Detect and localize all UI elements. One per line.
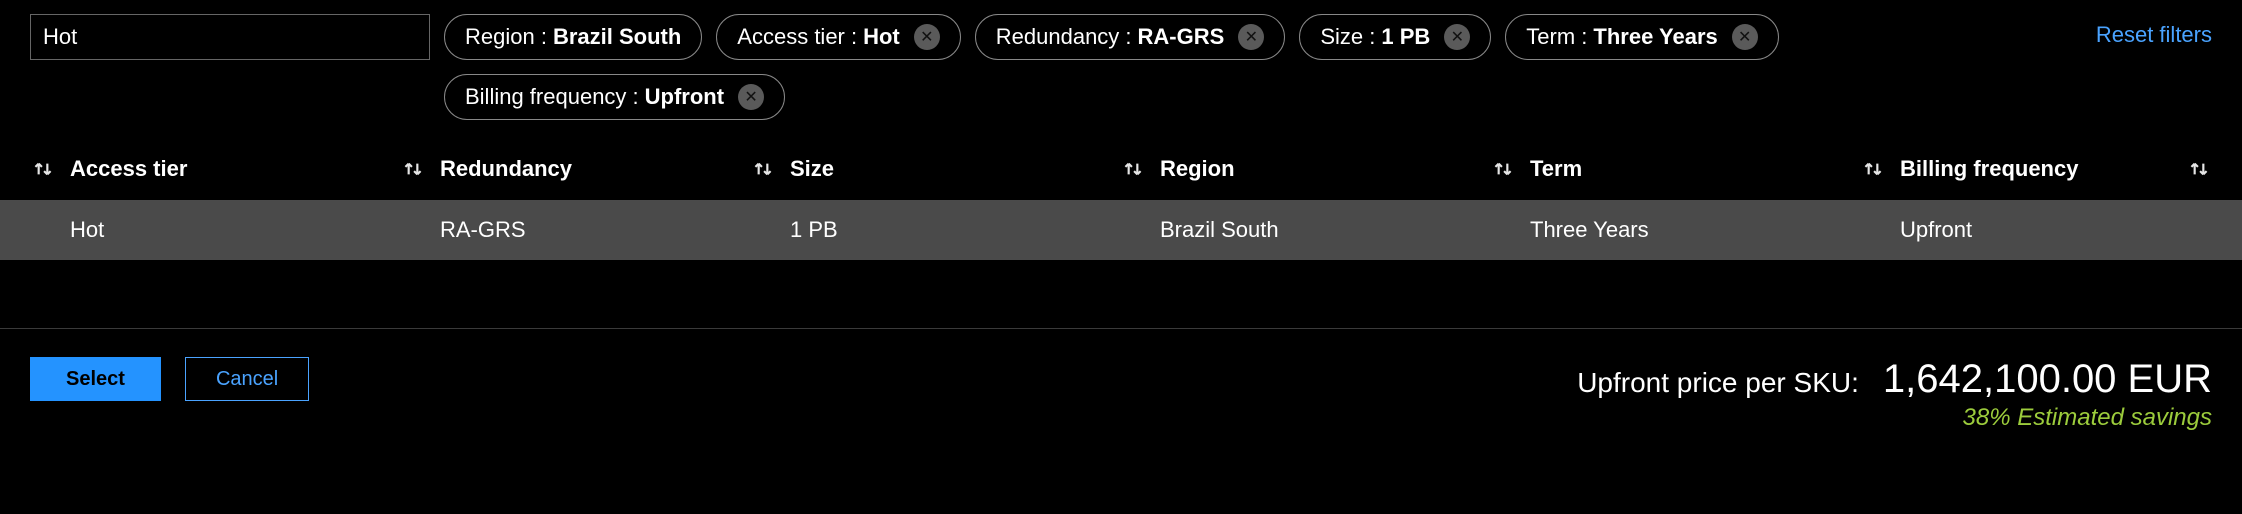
search-input[interactable] [30,14,430,60]
chip-label: Region : [465,24,547,50]
estimated-savings: 38% Estimated savings [1577,404,2212,432]
table-header-row: Access tier Redundancy Size Region Term [0,138,2242,200]
cell-redundancy: RA-GRS [400,217,750,243]
close-icon[interactable]: ✕ [914,24,940,50]
chip-label: Billing frequency : [465,84,639,110]
cell-size: 1 PB [750,217,1120,243]
cancel-button[interactable]: Cancel [185,357,309,401]
filter-chip-redundancy[interactable]: Redundancy : RA-GRS ✕ [975,14,1286,60]
column-header-size[interactable]: Size [790,156,834,182]
sort-icon[interactable] [400,156,426,182]
filter-chip-billing-frequency[interactable]: Billing frequency : Upfront ✕ [444,74,785,120]
column-header-access-tier[interactable]: Access tier [70,156,187,182]
close-icon[interactable]: ✕ [1732,24,1758,50]
filter-chip-size[interactable]: Size : 1 PB ✕ [1299,14,1491,60]
chip-value: RA-GRS [1138,24,1225,50]
close-icon[interactable]: ✕ [1444,24,1470,50]
chip-label: Term : [1526,24,1587,50]
filter-chips: Region : Brazil South Access tier : Hot … [444,14,2082,120]
cell-access-tier: Hot [30,217,400,243]
reset-filters-link[interactable]: Reset filters [2096,14,2212,48]
sort-icon[interactable] [30,156,56,182]
price-label: Upfront price per SKU: [1577,367,1859,399]
chip-value: Upfront [645,84,724,110]
chip-label: Redundancy : [996,24,1132,50]
sort-icon[interactable] [750,156,776,182]
chip-label: Access tier : [737,24,857,50]
table-row[interactable]: Hot RA-GRS 1 PB Brazil South Three Years… [0,200,2242,260]
close-icon[interactable]: ✕ [738,84,764,110]
filter-chip-term[interactable]: Term : Three Years ✕ [1505,14,1778,60]
filter-chip-region[interactable]: Region : Brazil South [444,14,702,60]
sort-icon[interactable] [1490,156,1516,182]
chip-value: Three Years [1593,24,1717,50]
cell-billing-frequency: Upfront [1860,217,2212,243]
cell-region: Brazil South [1120,217,1490,243]
chip-label: Size : [1320,24,1375,50]
column-header-region[interactable]: Region [1160,156,1235,182]
close-icon[interactable]: ✕ [1238,24,1264,50]
chip-value: Brazil South [553,24,681,50]
filter-chip-access-tier[interactable]: Access tier : Hot ✕ [716,14,960,60]
column-header-billing-frequency[interactable]: Billing frequency [1900,156,2078,182]
column-header-term[interactable]: Term [1530,156,1582,182]
sort-icon[interactable] [1120,156,1146,182]
column-header-redundancy[interactable]: Redundancy [440,156,572,182]
chip-value: Hot [863,24,900,50]
select-button[interactable]: Select [30,357,161,401]
sort-icon[interactable] [1860,156,1886,182]
price-value: 1,642,100.00 EUR [1883,357,2212,402]
sort-icon[interactable] [2186,156,2212,182]
cell-term: Three Years [1490,217,1860,243]
chip-value: 1 PB [1381,24,1430,50]
